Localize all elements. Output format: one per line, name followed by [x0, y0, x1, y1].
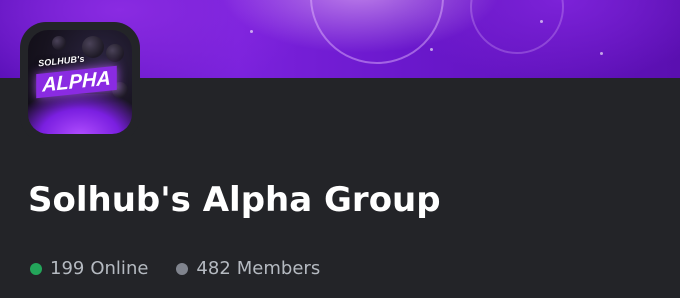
members-stat: 482 Members: [176, 258, 320, 279]
online-stat: 199 Online: [30, 258, 148, 279]
members-count: 482: [196, 258, 231, 279]
members-label: Members: [236, 258, 321, 279]
server-profile-card: SOLHUB's ALPHA Solhub's Alpha Group 199 …: [0, 0, 680, 298]
server-name: Solhub's Alpha Group: [28, 180, 441, 220]
server-icon-small-text: SOLHUB's: [37, 53, 86, 69]
server-stats: 199 Online 482 Members: [30, 258, 320, 279]
server-icon-frame: SOLHUB's ALPHA: [20, 22, 140, 142]
online-count: 199: [50, 258, 85, 279]
server-icon[interactable]: SOLHUB's ALPHA: [28, 30, 132, 134]
online-status-dot: [30, 262, 42, 275]
online-label: Online: [90, 258, 149, 279]
members-status-dot: [176, 262, 189, 275]
